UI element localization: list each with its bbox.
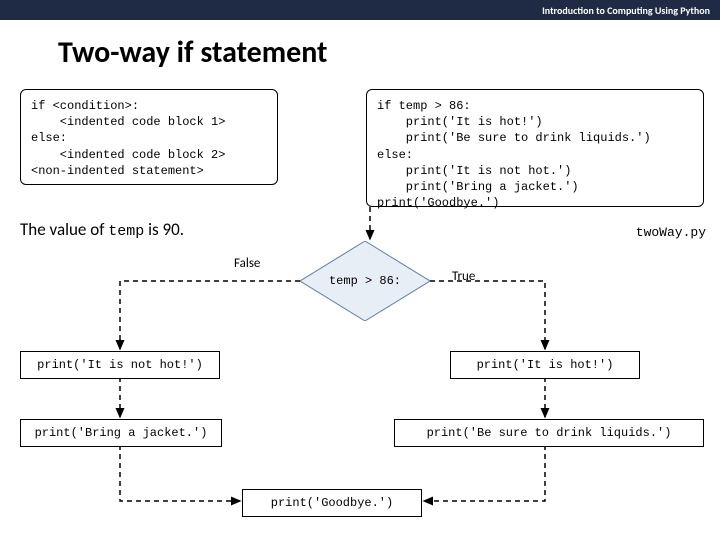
slide-title: Two-way if statement [0, 20, 720, 81]
pseudocode-box: if <condition>: <indented code block 1> … [20, 89, 278, 185]
course-label: Introduction to Computing Using Python [542, 4, 710, 17]
box-goodbye: print('Goodbye.') [242, 489, 422, 517]
box-liquids: print('Be sure to drink liquids.') [394, 419, 704, 447]
filename-label: twoWay.py [636, 225, 706, 240]
box-not-hot: print('It is not hot!') [20, 351, 220, 379]
false-label: False [234, 256, 260, 271]
box-jacket: print('Bring a jacket.') [20, 419, 222, 447]
example-code-box: if temp > 86: print('It is hot!') print(… [366, 89, 704, 207]
value-var: temp [108, 223, 144, 240]
header-bar: Introduction to Computing Using Python [0, 0, 720, 20]
content-area: if <condition>: <indented code block 1> … [0, 81, 720, 540]
value-statement: The value of temp is 90. [20, 219, 184, 240]
decision-diamond: temp > 86: [300, 241, 430, 321]
box-hot: print('It is hot!') [450, 351, 640, 379]
true-label: True [452, 269, 475, 284]
value-prefix: The value of [20, 219, 108, 240]
diamond-condition: temp > 86: [300, 241, 430, 321]
value-suffix: is 90. [144, 219, 184, 240]
